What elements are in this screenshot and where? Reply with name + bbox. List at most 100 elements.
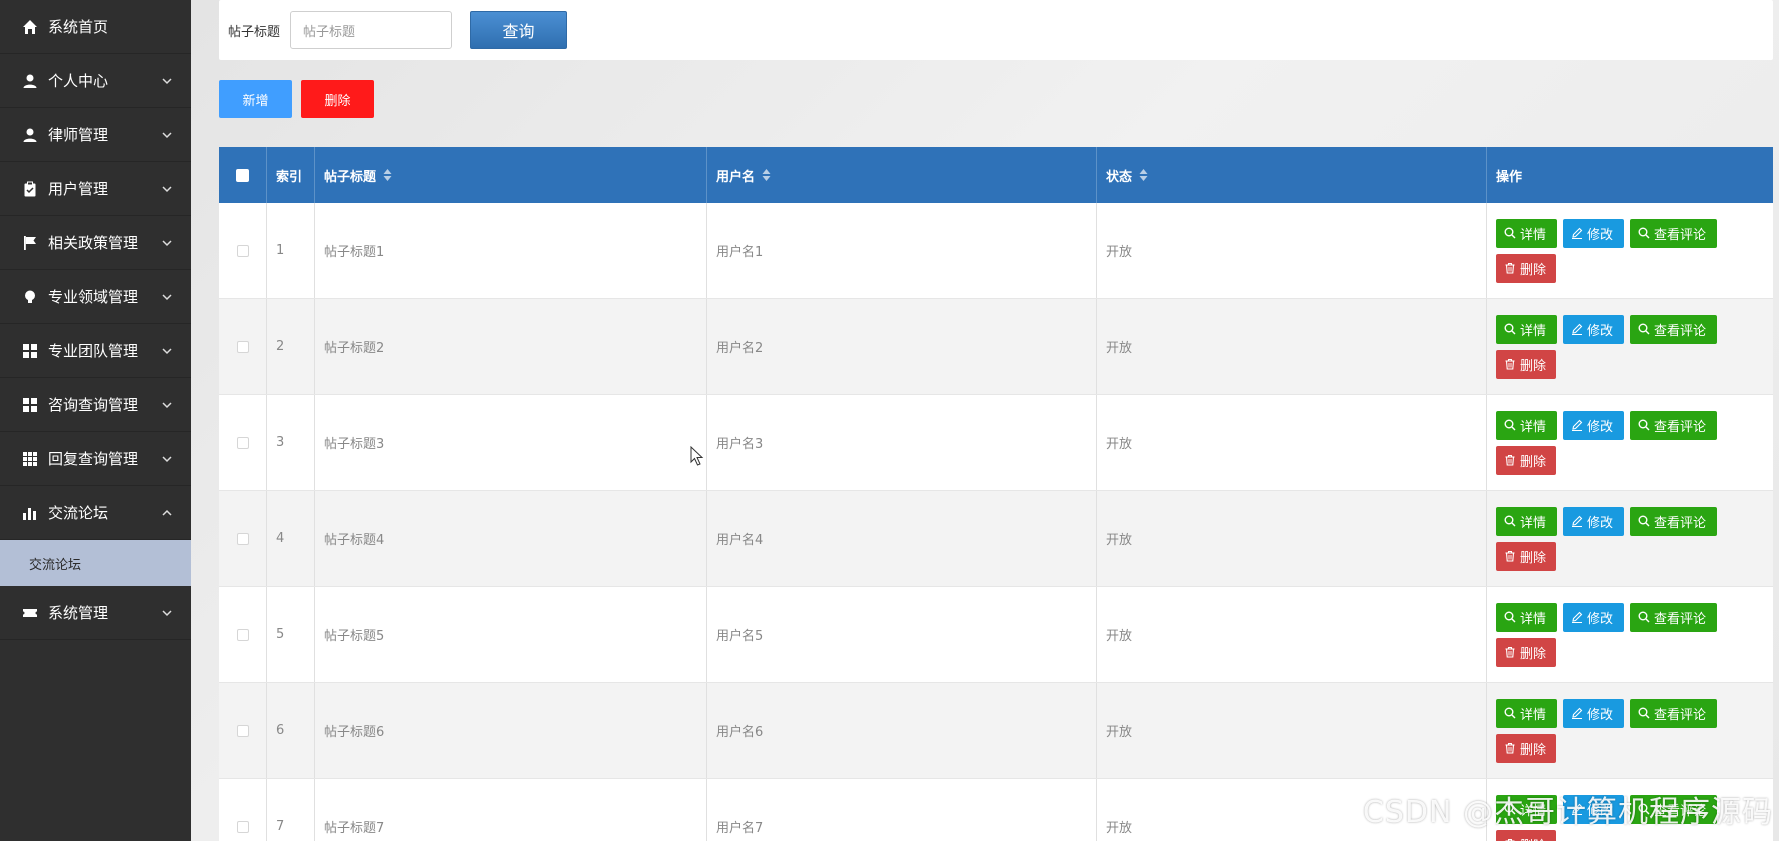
chevron-down-icon <box>162 455 172 462</box>
row-checkbox[interactable] <box>236 532 249 545</box>
header-title-label: 帖子标题 <box>324 169 377 185</box>
pencil-icon <box>1572 419 1583 431</box>
row-ops: 详情 修改 查看评论 删除 <box>1487 491 1773 586</box>
post-table: 索引 帖子标题 用户名 状态 操作 1 帖子标题1 用户名1 开放 详情 修改 … <box>219 147 1773 841</box>
sidebar-item-user-management[interactable]: 用户管理 <box>0 162 191 216</box>
sidebar-item-team-management[interactable]: 专业团队管理 <box>0 324 191 378</box>
edit-label: 修改 <box>1587 611 1614 627</box>
sidebar-item-consult-management[interactable]: 咨询查询管理 <box>0 378 191 432</box>
row-title: 帖子标题2 <box>315 299 707 394</box>
detail-button[interactable]: 详情 <box>1496 506 1557 536</box>
sidebar-item-forum[interactable]: 交流论坛 <box>0 486 191 540</box>
edit-button[interactable]: 修改 <box>1563 314 1624 344</box>
search-input[interactable]: 帖子标题 <box>290 11 453 49</box>
row-title: 帖子标题7 <box>315 779 707 841</box>
batch-delete-button[interactable]: 删除 <box>301 80 374 118</box>
edit-button[interactable]: 修改 <box>1563 602 1624 632</box>
delete-row-button[interactable]: 删除 <box>1496 733 1556 763</box>
row-checkbox[interactable] <box>236 820 249 833</box>
row-checkbox[interactable] <box>236 436 249 449</box>
grid-icon <box>22 397 38 413</box>
edit-button[interactable]: 修改 <box>1563 506 1624 536</box>
row-username: 用户名7 <box>707 779 1097 841</box>
sidebar-item-field-management[interactable]: 专业领域管理 <box>0 270 191 324</box>
row-checkbox[interactable] <box>236 724 249 737</box>
detail-button[interactable]: 详情 <box>1496 218 1557 248</box>
detail-button[interactable]: 详情 <box>1496 314 1557 344</box>
view-comments-button[interactable]: 查看评论 <box>1630 314 1717 344</box>
delete-row-button[interactable]: 删除 <box>1496 829 1556 841</box>
sort-icon[interactable] <box>1139 169 1148 181</box>
row-status: 开放 <box>1097 203 1487 298</box>
sidebar-item-label: 用户管理 <box>48 180 109 198</box>
search-placeholder: 帖子标题 <box>303 24 356 40</box>
detail-button[interactable]: 详情 <box>1496 410 1557 440</box>
row-select-cell <box>219 203 267 298</box>
sidebar-item-system-management[interactable]: 系统管理 <box>0 586 191 640</box>
edit-label: 修改 <box>1587 515 1614 531</box>
sidebar-item-label: 系统管理 <box>48 604 109 622</box>
table-body: 1 帖子标题1 用户名1 开放 详情 修改 查看评论 删除 2 帖子标题2 用户… <box>219 203 1773 841</box>
sidebar-item-reply-management[interactable]: 回复查询管理 <box>0 432 191 486</box>
delete-row-button[interactable]: 删除 <box>1496 541 1556 571</box>
view-comments-label: 查看评论 <box>1654 419 1707 435</box>
sidebar-item-personal-center[interactable]: 个人中心 <box>0 54 191 108</box>
search-icon <box>1638 419 1650 431</box>
select-all-cell <box>219 147 267 203</box>
search-icon <box>1504 419 1516 431</box>
table-row: 5 帖子标题5 用户名5 开放 详情 修改 查看评论 删除 <box>219 587 1773 683</box>
chevron-down-icon <box>162 239 172 246</box>
edit-button[interactable]: 修改 <box>1563 698 1624 728</box>
header-status[interactable]: 状态 <box>1097 147 1487 203</box>
sidebar-item-home[interactable]: 系统首页 <box>0 0 191 54</box>
sort-icon[interactable] <box>762 169 771 181</box>
sidebar-item-label: 专业团队管理 <box>48 342 139 360</box>
submenu-item-forum[interactable]: 交流论坛 <box>0 540 191 586</box>
delete-row-button[interactable]: 删除 <box>1496 637 1556 667</box>
detail-button[interactable]: 详情 <box>1496 698 1557 728</box>
header-status-label: 状态 <box>1106 169 1133 185</box>
row-select-cell <box>219 395 267 490</box>
trash-icon <box>1505 647 1515 658</box>
sidebar-item-label: 专业领域管理 <box>48 288 139 306</box>
watermark: CSDN @杰哥计算机程序源码 <box>1362 795 1773 830</box>
row-index: 2 <box>267 299 315 394</box>
chevron-down-icon <box>162 185 172 192</box>
row-title: 帖子标题6 <box>315 683 707 778</box>
row-checkbox[interactable] <box>236 244 249 257</box>
query-button[interactable]: 查询 <box>470 11 568 49</box>
mouse-cursor-icon <box>690 446 704 466</box>
search-label: 帖子标题 <box>228 24 281 40</box>
row-checkbox[interactable] <box>236 628 249 641</box>
view-comments-button[interactable]: 查看评论 <box>1630 410 1717 440</box>
edit-button[interactable]: 修改 <box>1563 218 1624 248</box>
select-all-checkbox[interactable] <box>236 168 249 182</box>
header-username[interactable]: 用户名 <box>707 147 1097 203</box>
search-icon <box>1638 515 1650 527</box>
delete-row-button[interactable]: 删除 <box>1496 349 1556 379</box>
search-bar: 帖子标题 帖子标题 查询 <box>219 0 1773 60</box>
sort-icon[interactable] <box>383 169 392 181</box>
header-title[interactable]: 帖子标题 <box>315 147 707 203</box>
delete-row-label: 删除 <box>1520 262 1547 278</box>
row-username: 用户名5 <box>707 587 1097 682</box>
add-button[interactable]: 新增 <box>219 80 292 118</box>
sidebar-item-lawyer-management[interactable]: 律师管理 <box>0 108 191 162</box>
view-comments-button[interactable]: 查看评论 <box>1630 602 1717 632</box>
edit-button[interactable]: 修改 <box>1563 410 1624 440</box>
sidebar-item-policy-management[interactable]: 相关政策管理 <box>0 216 191 270</box>
view-comments-button[interactable]: 查看评论 <box>1630 506 1717 536</box>
row-status: 开放 <box>1097 395 1487 490</box>
apps-icon <box>22 451 38 467</box>
bulb-icon <box>22 289 38 305</box>
table-row: 4 帖子标题4 用户名4 开放 详情 修改 查看评论 删除 <box>219 491 1773 587</box>
delete-row-button[interactable]: 删除 <box>1496 445 1556 475</box>
trash-icon <box>1505 263 1515 274</box>
detail-button[interactable]: 详情 <box>1496 602 1557 632</box>
view-comments-button[interactable]: 查看评论 <box>1630 218 1717 248</box>
user-icon <box>22 127 38 143</box>
row-select-cell <box>219 587 267 682</box>
delete-row-button[interactable]: 删除 <box>1496 253 1556 283</box>
row-checkbox[interactable] <box>236 340 249 353</box>
view-comments-button[interactable]: 查看评论 <box>1630 698 1717 728</box>
